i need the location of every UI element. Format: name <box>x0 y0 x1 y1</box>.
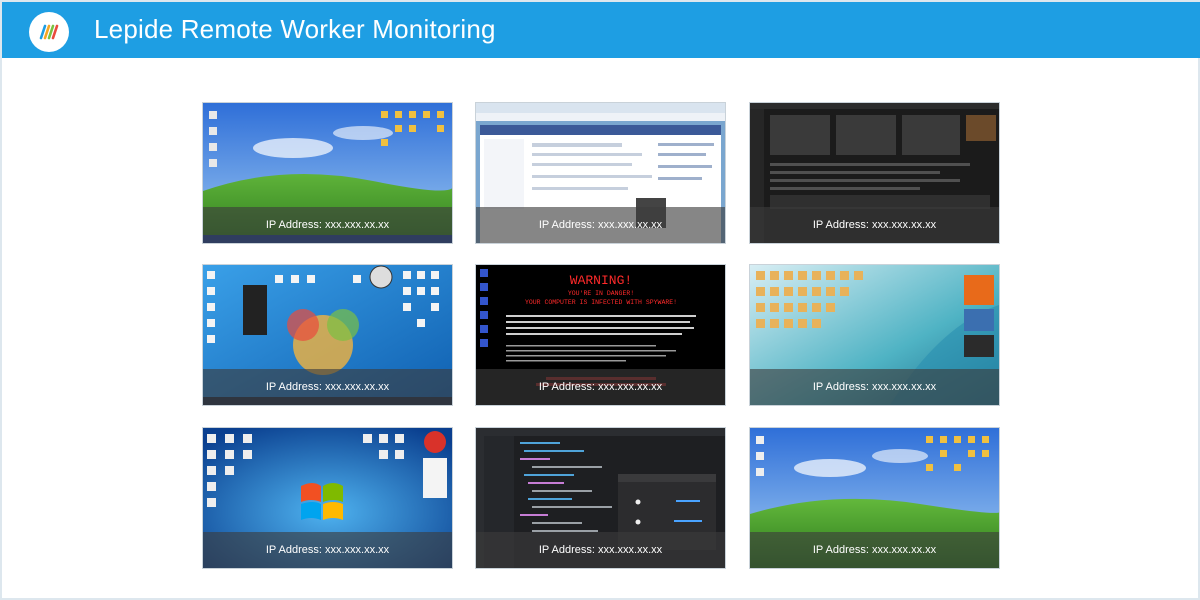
workstation-tile[interactable]: IP Address: xxx.xxx.xx.xx <box>203 103 452 243</box>
warning-headline: WARNING! <box>570 273 632 288</box>
warning-line-1: YOU'RE IN DANGER! <box>568 290 634 297</box>
ip-address-label: IP Address: xxx.xxx.xx.xx <box>203 207 452 243</box>
workstation-tile[interactable]: IP Address: xxx.xxx.xx.xx <box>750 103 999 243</box>
ip-address-label: IP Address: xxx.xxx.xx.xx <box>203 369 452 405</box>
workstation-tile[interactable]: IP Address: xxx.xxx.xx.xx <box>203 428 452 568</box>
workstation-tile[interactable]: IP Address: xxx.xxx.xx.xx <box>750 265 999 405</box>
ip-address-label: IP Address: xxx.xxx.xx.xx <box>750 532 999 568</box>
ip-address-label: IP Address: xxx.xxx.xx.xx <box>203 532 452 568</box>
workstation-tile[interactable]: IP Address: xxx.xxx.xx.xx <box>750 428 999 568</box>
page: Lepide Remote Worker Monitoring IP Addre… <box>0 0 1200 600</box>
ip-address-label: IP Address: xxx.xxx.xx.xx <box>476 369 725 405</box>
ip-address-label: IP Address: xxx.xxx.xx.xx <box>476 207 725 243</box>
ip-address-label: IP Address: xxx.xxx.xx.xx <box>750 207 999 243</box>
workstation-tile[interactable]: IP Address: xxx.xxx.xx.xx <box>476 428 725 568</box>
workstation-tile[interactable]: IP Address: xxx.xxx.xx.xx <box>203 265 452 405</box>
app-header: Lepide Remote Worker Monitoring <box>2 2 1200 58</box>
ip-address-label: IP Address: xxx.xxx.xx.xx <box>750 369 999 405</box>
ip-address-label: IP Address: xxx.xxx.xx.xx <box>476 532 725 568</box>
warning-line-2: YOUR COMPUTER IS INFECTED WITH SPYWARE! <box>525 299 677 306</box>
lepide-logo-icon <box>29 12 69 52</box>
app-title: Lepide Remote Worker Monitoring <box>94 14 496 44</box>
workstation-tile[interactable]: WARNING! YOU'RE IN DANGER! YOUR COMPUTER… <box>476 265 725 405</box>
workstation-tile[interactable]: IP Address: xxx.xxx.xx.xx <box>476 103 725 243</box>
